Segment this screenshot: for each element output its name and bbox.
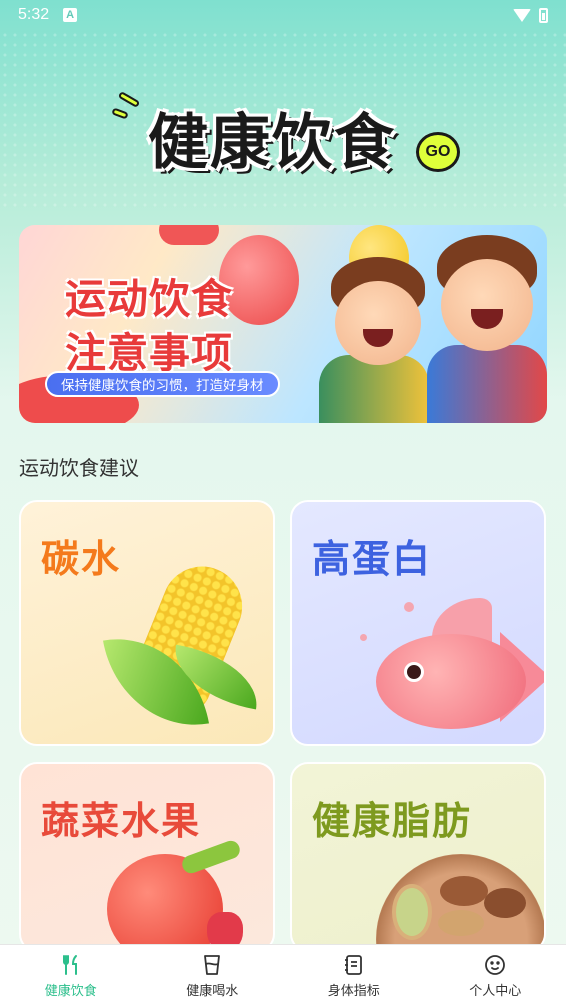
section-title: 运动饮食建议 bbox=[19, 456, 139, 480]
card-protein[interactable]: 高蛋白 bbox=[290, 500, 546, 746]
tab-healthy-diet[interactable]: 健康饮食 bbox=[0, 945, 142, 1006]
card-label: 高蛋白 bbox=[312, 537, 433, 581]
tab-body-metrics[interactable]: 身体指标 bbox=[283, 945, 425, 1006]
tab-label: 健康喝水 bbox=[186, 984, 239, 999]
app-logo: 健康饮食 GO bbox=[111, 88, 462, 188]
card-label: 健康脂肪 bbox=[312, 799, 473, 843]
notification-icon: A bbox=[63, 8, 78, 22]
tab-personal-center[interactable]: 个人中心 bbox=[425, 945, 566, 1006]
balloon-icon bbox=[159, 225, 219, 245]
card-carbs[interactable]: 碳水 bbox=[19, 500, 275, 746]
promo-banner[interactable]: 运动饮食 注意事项 保持健康饮食的习惯，打造好身材 bbox=[19, 225, 547, 423]
banner-title-line1: 运动饮食 bbox=[65, 275, 233, 323]
bottom-tabbar: 健康饮食 健康喝水 身体指标 个人中心 bbox=[0, 944, 566, 1006]
fork-knife-icon bbox=[58, 952, 84, 978]
banner-subtitle: 保持健康饮食的习惯，打造好身材 bbox=[45, 371, 280, 397]
banner-title-line2: 注意事项 bbox=[65, 329, 233, 377]
wifi-icon bbox=[513, 8, 531, 22]
card-label: 蔬菜水果 bbox=[41, 799, 202, 843]
tab-healthy-water[interactable]: 健康喝水 bbox=[142, 945, 284, 1006]
smiley-icon bbox=[482, 952, 508, 978]
notebook-icon bbox=[341, 952, 367, 978]
tab-label: 健康饮食 bbox=[44, 984, 97, 999]
card-vegetables-fruits[interactable]: 蔬菜水果 bbox=[19, 762, 275, 952]
logo-title: 健康饮食 bbox=[148, 108, 396, 178]
battery-icon bbox=[539, 7, 548, 23]
status-bar: 5:32 A bbox=[0, 0, 566, 30]
card-healthy-fats[interactable]: 健康脂肪 bbox=[290, 762, 546, 952]
logo-badge: GO bbox=[416, 132, 460, 172]
tab-label: 个人中心 bbox=[469, 984, 522, 999]
tab-label: 身体指标 bbox=[327, 984, 380, 999]
status-time: 5:32 bbox=[18, 6, 50, 23]
card-label: 碳水 bbox=[41, 537, 122, 581]
cup-icon bbox=[199, 952, 225, 978]
